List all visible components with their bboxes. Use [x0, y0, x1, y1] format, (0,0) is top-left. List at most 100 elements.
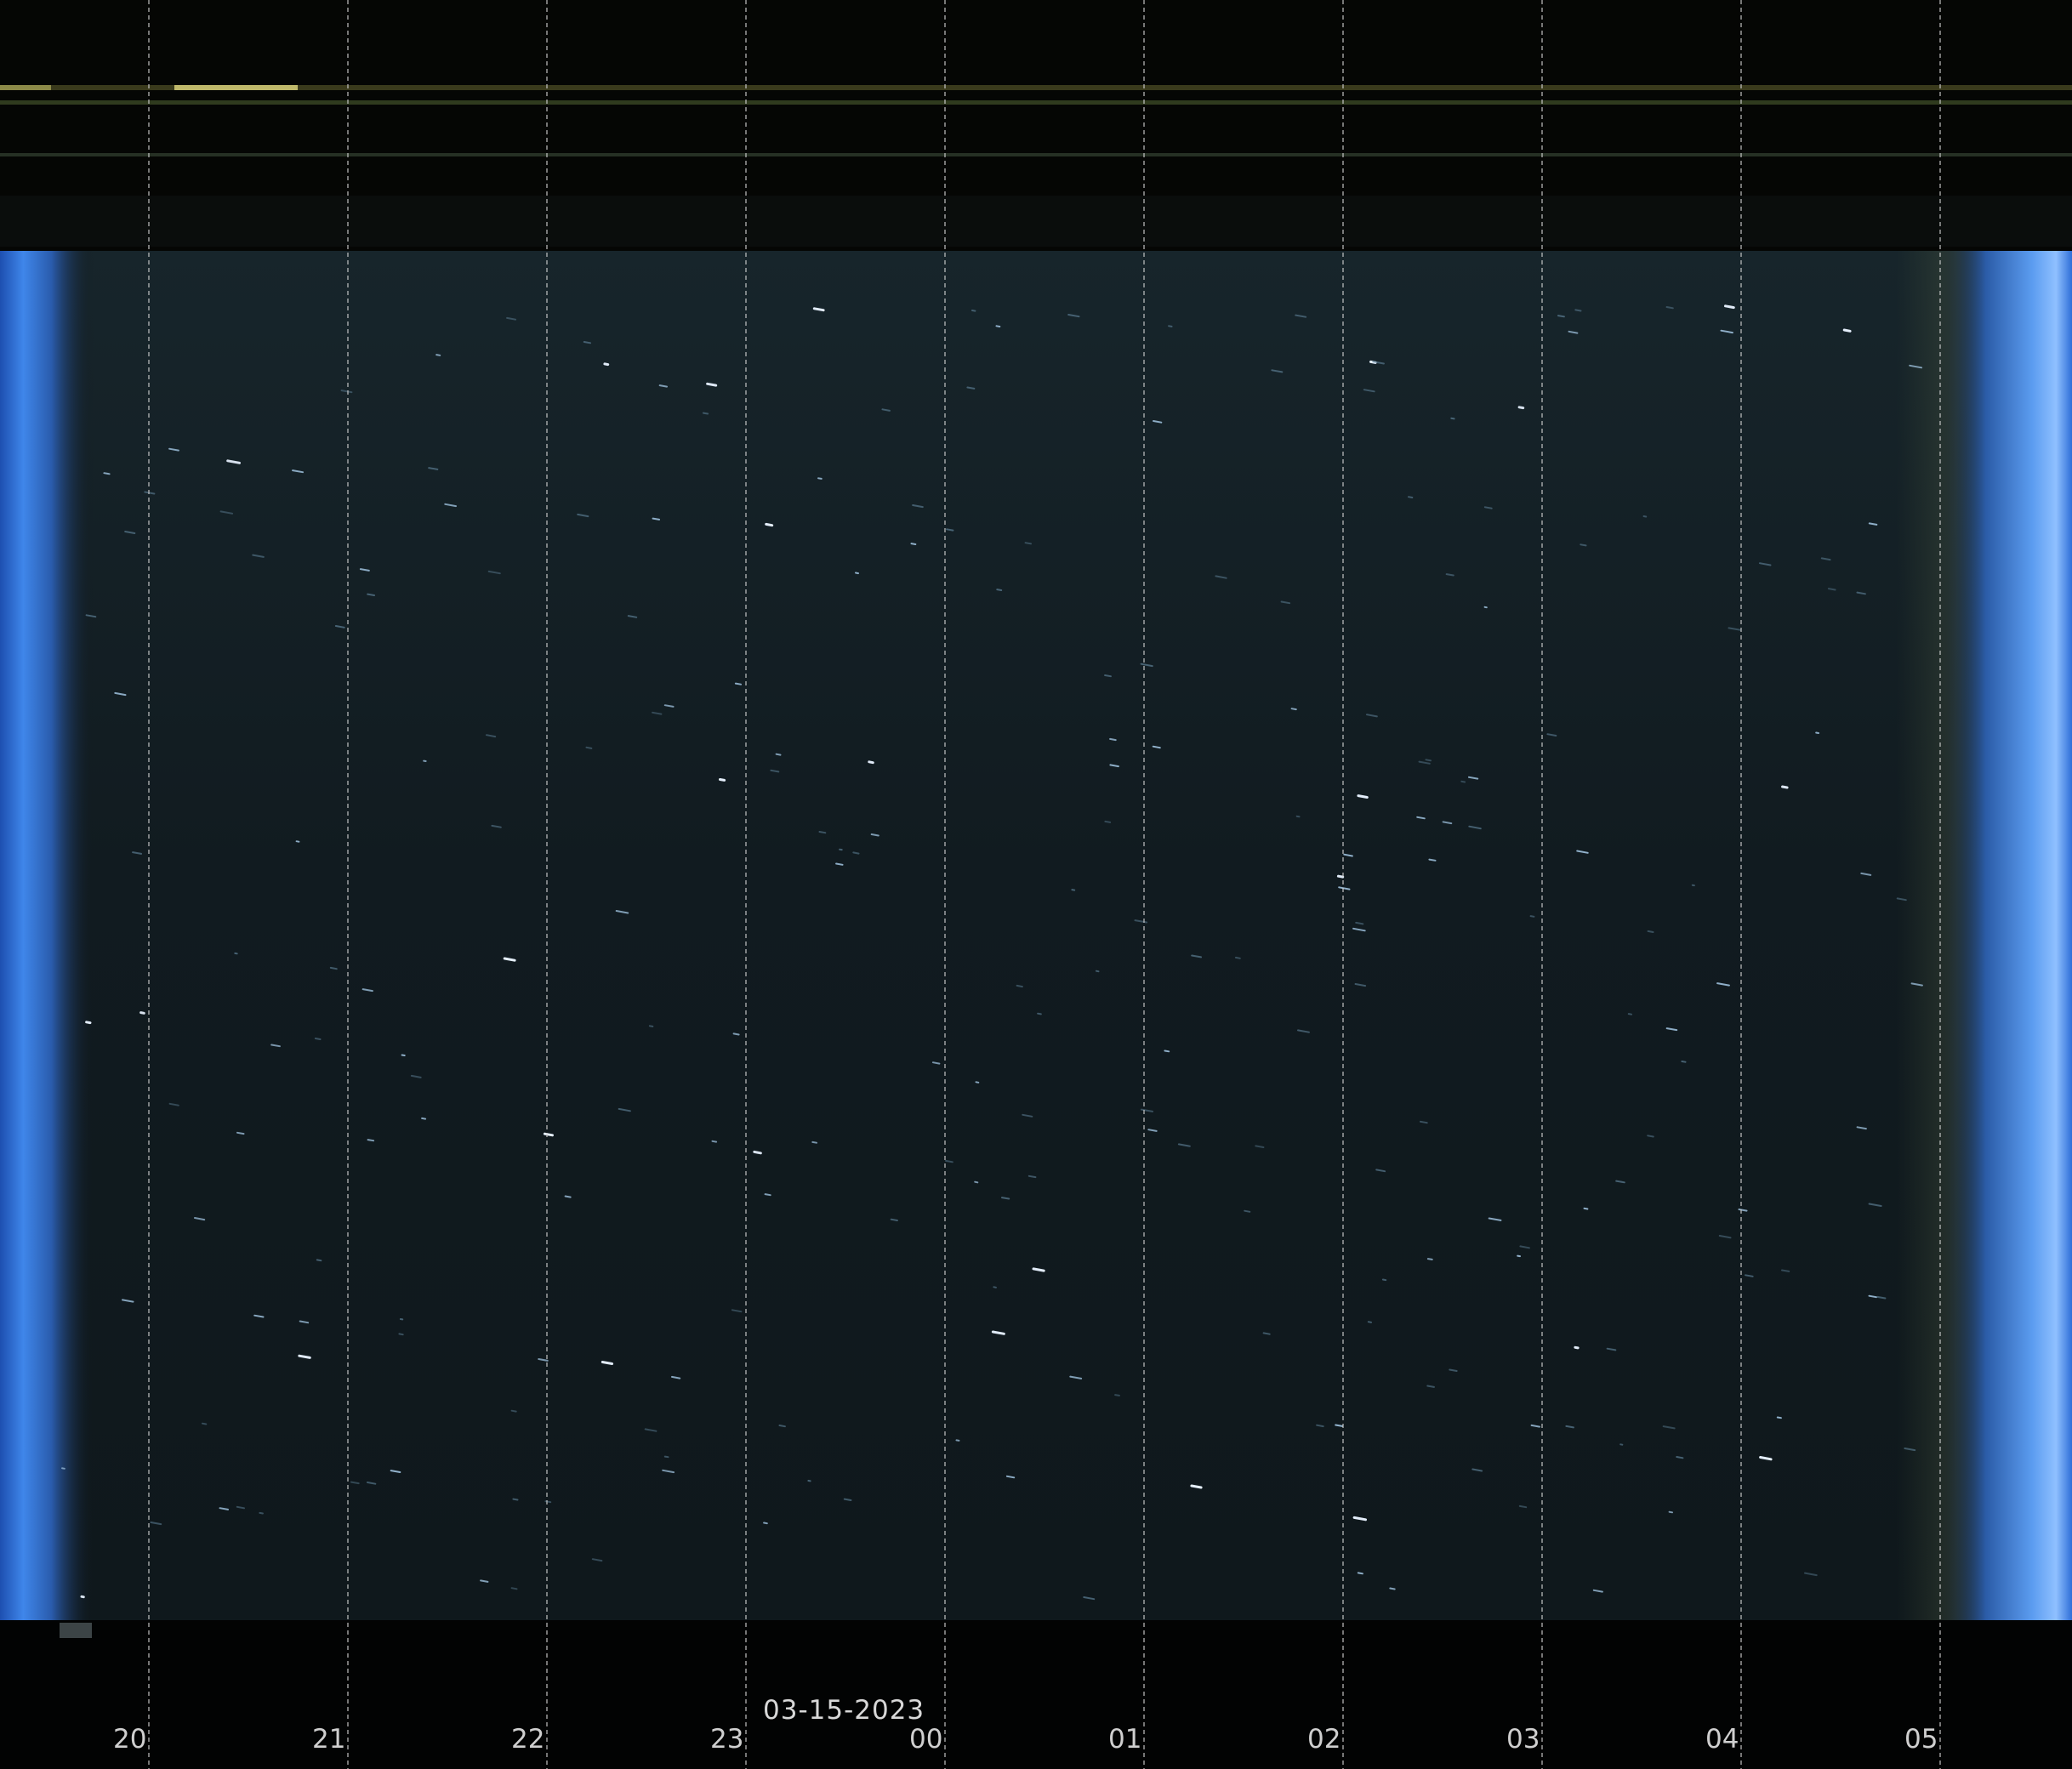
star-trail: [435, 354, 441, 356]
star-trail: [1425, 759, 1432, 762]
star-trail: [702, 412, 709, 415]
hour-label: 20: [113, 1724, 147, 1755]
star-trail: [974, 1180, 979, 1184]
star-trail: [1627, 1013, 1632, 1015]
star-trail: [778, 1425, 786, 1428]
hour-label: 22: [511, 1724, 545, 1755]
top-band: [0, 0, 2072, 251]
star-trail: [61, 1467, 65, 1470]
star-trail: [1114, 1394, 1120, 1396]
star-trail: [817, 477, 823, 480]
star-trail: [971, 310, 976, 312]
star-trail: [543, 1132, 554, 1137]
star-trail: [855, 572, 859, 575]
star-trail: [1483, 506, 1493, 509]
star-trail: [763, 1522, 768, 1525]
star-trail: [1428, 858, 1437, 862]
hour-label: 04: [1705, 1724, 1739, 1755]
star-trail: [1642, 515, 1648, 518]
star-trail: [1381, 1278, 1387, 1282]
star-trail: [1295, 815, 1301, 818]
star-trail: [1357, 794, 1369, 799]
hour-label: 00: [909, 1724, 943, 1755]
star-trail: [1262, 1332, 1271, 1335]
star-trail: [1426, 1385, 1435, 1388]
star-trail: [1027, 1175, 1037, 1179]
star-trail: [1580, 543, 1587, 547]
star-trail: [103, 472, 111, 475]
star-trail: [85, 1021, 92, 1025]
star-trail: [1842, 328, 1852, 333]
star-trail: [1104, 674, 1112, 678]
left-twilight-glow: [0, 251, 94, 1620]
star-trail: [1647, 930, 1654, 933]
star-trail: [945, 1159, 953, 1163]
star-trail: [1668, 1510, 1673, 1514]
star-trail: [1389, 1587, 1396, 1590]
star-trail: [1420, 1120, 1428, 1124]
star-trail: [512, 1498, 519, 1501]
hour-label: 23: [710, 1724, 744, 1755]
star-trail: [706, 382, 718, 387]
star-trail: [765, 522, 774, 527]
star-trail: [734, 682, 742, 685]
star-trail: [236, 1131, 245, 1135]
star-trail: [1109, 737, 1117, 742]
star-trail: [139, 1011, 145, 1015]
star-trail: [966, 386, 976, 390]
star-trail: [1408, 496, 1414, 498]
star-trail: [1037, 1012, 1042, 1015]
right-twilight-glow: [1939, 251, 2072, 1620]
star-trail: [1676, 1456, 1684, 1459]
star-trail: [835, 862, 844, 866]
star-trail: [259, 1511, 264, 1515]
star-trail: [1336, 874, 1345, 879]
star-trail: [732, 1032, 740, 1036]
star-trail: [1724, 304, 1735, 310]
star-trail: [1001, 1197, 1010, 1200]
star-trail: [1517, 1254, 1521, 1258]
star-trail: [812, 307, 825, 312]
star-trail: [1517, 406, 1525, 410]
star-trail: [329, 966, 338, 970]
star-trail: [1164, 1049, 1170, 1053]
star-trail: [1518, 1505, 1528, 1509]
star-trail: [295, 840, 300, 843]
star-trail: [648, 1025, 654, 1027]
star-trail: [314, 1038, 322, 1040]
star-trail: [910, 543, 917, 545]
star-trail: [818, 831, 827, 834]
star-trail: [811, 1140, 817, 1144]
star-trail: [583, 341, 591, 344]
star-trail: [421, 1117, 427, 1120]
hour-label: 05: [1904, 1724, 1938, 1755]
star-trail: [1016, 984, 1023, 988]
star-trail: [1450, 417, 1455, 420]
star-trail: [996, 589, 1003, 591]
star-trail: [401, 1054, 406, 1056]
star-trail: [1244, 1209, 1251, 1213]
star-trail: [601, 1361, 614, 1365]
star-trail: [1190, 1484, 1203, 1489]
hour-label: 21: [312, 1724, 346, 1755]
star-trail: [995, 325, 1001, 327]
star-trail: [775, 753, 782, 756]
hour-label: 01: [1108, 1724, 1142, 1755]
star-trail: [1665, 306, 1674, 310]
star-trail: [1095, 970, 1100, 973]
star-trail: [510, 1587, 518, 1590]
star-trail: [652, 517, 660, 520]
star-trail: [1647, 1135, 1654, 1138]
bottom-band: [0, 1620, 2072, 1769]
star-trail: [1335, 1424, 1344, 1427]
star-trail: [975, 1081, 980, 1084]
night-sky: [0, 251, 2072, 1620]
star-trail: [1426, 1258, 1433, 1260]
star-trail: [1681, 1061, 1687, 1063]
star-trail: [868, 760, 874, 765]
star-trail: [993, 1286, 997, 1288]
star-trail: [1529, 915, 1535, 918]
star-trail: [719, 778, 726, 782]
date-label: 03-15-2023: [763, 1695, 925, 1726]
star-trail: [1815, 731, 1819, 734]
